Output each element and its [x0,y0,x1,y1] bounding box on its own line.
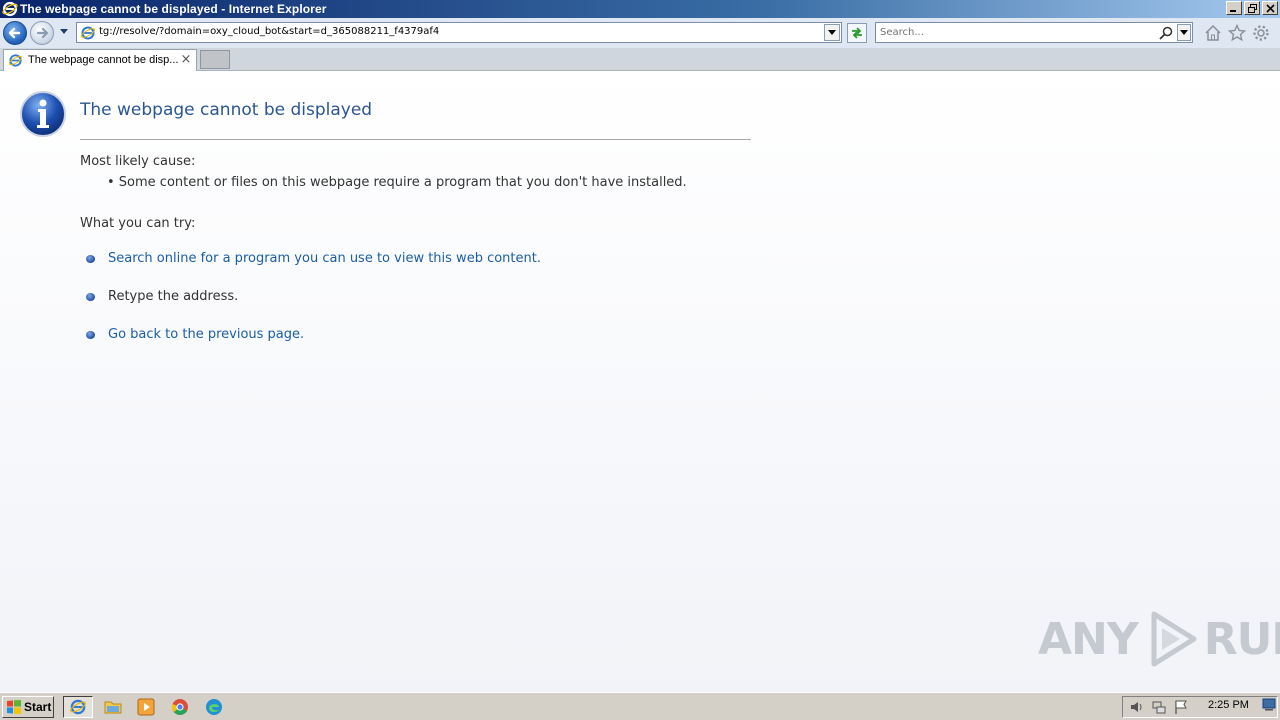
gear-icon[interactable] [1252,24,1270,42]
speaker-icon[interactable] [1129,699,1145,715]
anyrun-watermark: ANY RUN [1038,609,1280,669]
try-heading: What you can try: [80,216,196,231]
compatibility-refresh-button[interactable] [847,23,867,43]
close-icon [1265,3,1275,13]
internet-explorer-icon [2,1,18,17]
restore-icon [1247,3,1257,13]
taskbar-clock[interactable]: 2:25 PM [1208,699,1249,711]
address-dropdown-button[interactable] [824,24,840,41]
taskbar-edge-button[interactable] [199,696,229,718]
cause-heading: Most likely cause: [80,154,196,169]
taskbar-explorer-button[interactable] [98,696,128,718]
page-title: The webpage cannot be displayed [80,100,373,120]
internet-explorer-icon [69,699,87,715]
watermark-text-right: RUN [1203,613,1280,665]
chevron-down-icon [1180,29,1188,35]
divider [80,139,751,140]
go-back-link[interactable]: Go back to the previous page. [108,327,304,342]
search-input[interactable] [880,25,1150,40]
home-icon[interactable] [1204,24,1222,42]
taskbar: Start 2:25 PM [0,692,1280,720]
action-center-flag-icon[interactable] [1173,699,1189,715]
window-controls [1226,1,1278,15]
arrow-right-icon [36,27,49,39]
taskbar-media-player-button[interactable] [131,696,161,718]
history-dropdown-icon[interactable] [59,28,69,36]
show-desktop-icon[interactable] [1262,697,1276,711]
search-box[interactable] [875,22,1193,43]
tab-bar: The webpage cannot be disp... × [0,48,1280,71]
play-logo-icon [1151,611,1197,667]
chevron-down-icon [828,29,836,35]
watermark-text-left: ANY [1038,613,1139,665]
restore-button[interactable] [1244,1,1260,15]
back-button[interactable] [3,21,27,45]
search-online-link[interactable]: Search online for a program you can use … [108,251,541,266]
title-bar: The webpage cannot be displayed - Intern… [0,0,1280,18]
page-ie-icon [80,26,96,40]
folder-icon [104,701,122,714]
taskbar-chrome-button[interactable] [165,696,195,718]
close-tab-button[interactable]: × [180,53,192,67]
minimize-button[interactable] [1226,1,1242,15]
cause-item: • Some content or files on this webpage … [107,175,687,190]
bullet-icon [86,293,95,301]
new-tab-button[interactable] [200,50,230,69]
taskbar-ie-button[interactable] [63,696,93,718]
close-window-button[interactable] [1262,1,1278,15]
tab-label: The webpage cannot be disp... [28,54,179,66]
refresh-icon [852,27,862,39]
tab-current[interactable]: The webpage cannot be disp... × [3,49,197,71]
edge-icon [206,699,222,715]
bullet-icon [86,255,95,263]
search-icon[interactable] [1158,25,1174,41]
address-bar[interactable]: tg://resolve/?domain=oxy_cloud_bot&start… [76,22,842,43]
window-title: The webpage cannot be displayed - Intern… [20,2,327,16]
page-content: The webpage cannot be displayed Most lik… [0,71,1280,692]
minimize-icon [1230,10,1236,12]
page-ie-icon [8,54,23,67]
toolbar-icons [1204,24,1270,42]
network-icon[interactable] [1151,699,1167,715]
bullet-icon [86,331,95,339]
start-button[interactable]: Start [2,696,54,718]
info-icon [20,91,66,137]
windows-logo-icon [7,700,21,714]
media-player-icon [137,698,155,716]
navigation-bar: tg://resolve/?domain=oxy_cloud_bot&start… [0,18,1280,48]
search-dropdown-button[interactable] [1177,24,1191,41]
retype-address-text: Retype the address. [108,289,239,304]
forward-button[interactable] [30,21,54,45]
start-label: Start [24,700,52,714]
chrome-icon [172,699,188,715]
arrow-left-icon [8,27,21,39]
address-url[interactable]: tg://resolve/?domain=oxy_cloud_bot&start… [99,26,439,37]
favorites-star-icon[interactable] [1228,24,1246,42]
system-tray [1122,696,1278,718]
